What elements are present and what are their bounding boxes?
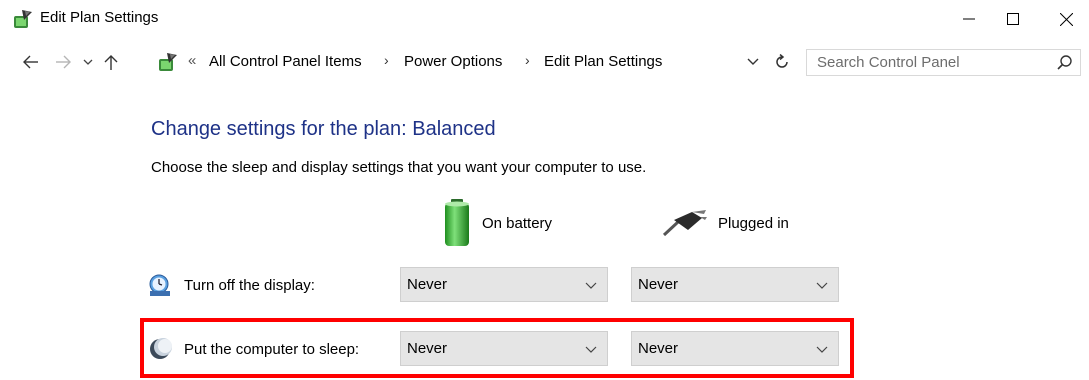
setting-row-display: Turn off the display: — [148, 267, 315, 303]
column-header-on-battery: On battery — [442, 198, 552, 248]
address-dropdown-button[interactable] — [744, 53, 762, 71]
power-plug-icon — [662, 210, 707, 237]
search-input[interactable] — [807, 50, 1047, 75]
put-computer-to-sleep-label: Put the computer to sleep: — [184, 340, 360, 358]
breadcrumb-separator[interactable]: › — [525, 52, 530, 68]
chevron-down-icon — [816, 346, 828, 353]
arrow-up-icon — [104, 55, 118, 70]
setting-row-sleep: Put the computer to sleep: — [148, 331, 359, 367]
breadcrumb-edit-plan-settings[interactable]: Edit Plan Settings — [544, 53, 662, 70]
back-button[interactable] — [20, 50, 42, 74]
maximize-icon — [1007, 13, 1019, 25]
plugged-in-label: Plugged in — [718, 214, 789, 232]
forward-button[interactable] — [52, 50, 74, 74]
arrow-left-icon — [23, 55, 38, 69]
chevron-down-icon — [83, 59, 93, 65]
chevron-down-icon — [585, 282, 597, 289]
sleep-on-battery-value: Never — [407, 340, 448, 357]
chevron-down-icon — [585, 346, 597, 353]
sleep-plugged-in-dropdown[interactable]: Never — [631, 331, 839, 366]
display-plugged-in-value: Never — [638, 276, 679, 293]
recent-locations-button[interactable] — [80, 50, 96, 74]
search-box[interactable] — [806, 49, 1081, 76]
sleep-on-battery-dropdown[interactable]: Never — [400, 331, 608, 366]
breadcrumb-power-options[interactable]: Power Options — [404, 53, 502, 70]
up-button[interactable] — [100, 50, 122, 74]
sleep-plugged-in-value: Never — [638, 340, 679, 357]
search-icon[interactable] — [1056, 54, 1074, 72]
battery-icon — [445, 199, 469, 246]
close-icon — [1059, 12, 1073, 26]
breadcrumb-overflow[interactable]: « — [188, 52, 196, 69]
moon-sleep-icon — [150, 338, 172, 359]
display-on-battery-dropdown[interactable]: Never — [400, 267, 608, 302]
column-header-plugged-in: Plugged in — [662, 198, 789, 248]
title-bar: Edit Plan Settings — [0, 0, 1089, 38]
turn-off-display-label: Turn off the display: — [184, 276, 315, 294]
breadcrumb-all-control-panel-items[interactable]: All Control Panel Items — [209, 53, 362, 70]
display-clock-icon — [149, 274, 170, 296]
chevron-down-icon — [747, 58, 759, 65]
address-bar[interactable]: « All Control Panel Items › Power Option… — [152, 48, 800, 76]
minimize-icon — [963, 18, 975, 20]
navigation-bar: « All Control Panel Items › Power Option… — [0, 44, 1089, 80]
chevron-down-icon — [816, 282, 828, 289]
power-plan-icon — [14, 10, 32, 28]
refresh-icon — [776, 54, 788, 68]
breadcrumb-separator[interactable]: › — [384, 52, 389, 68]
maximize-button[interactable] — [990, 0, 1036, 38]
window-title: Edit Plan Settings — [40, 9, 159, 26]
power-plan-icon — [159, 53, 177, 71]
on-battery-label: On battery — [482, 214, 553, 232]
page-description: Choose the sleep and display settings th… — [151, 159, 647, 176]
minimize-button[interactable] — [946, 0, 992, 38]
display-plugged-in-dropdown[interactable]: Never — [631, 267, 839, 302]
refresh-button[interactable] — [772, 52, 792, 72]
arrow-right-icon — [56, 55, 71, 69]
display-on-battery-value: Never — [407, 276, 448, 293]
close-button[interactable] — [1043, 0, 1089, 38]
page-title: Change settings for the plan: Balanced — [151, 118, 496, 140]
